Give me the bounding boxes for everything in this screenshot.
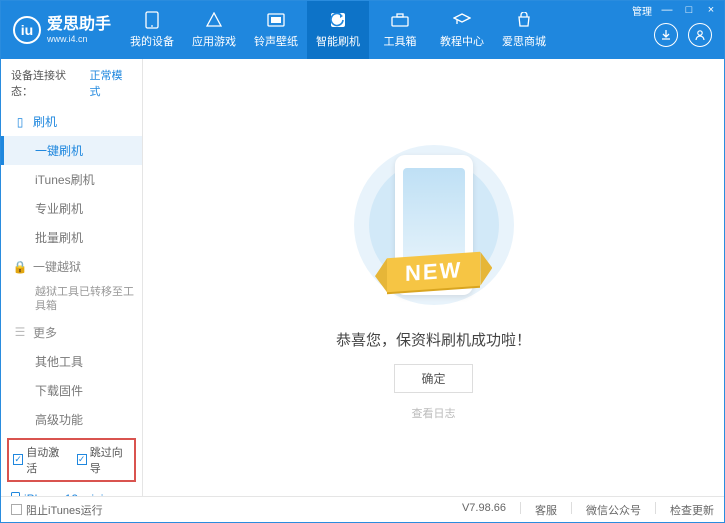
nav-tutorials[interactable]: 教程中心: [431, 1, 493, 59]
wallpaper-icon: [266, 11, 286, 29]
app-logo: iu 爱思助手 www.i4.cn: [1, 16, 121, 44]
version-label: V7.98.66: [462, 502, 506, 518]
checkbox-skip-guide[interactable]: ✓跳过向导: [77, 444, 131, 476]
more-icon: ☰: [13, 325, 27, 339]
section-jailbreak[interactable]: 🔒 一键越狱: [1, 252, 142, 281]
nav-apps-games[interactable]: 应用游戏: [183, 1, 245, 59]
wechat-link[interactable]: 微信公众号: [586, 502, 641, 518]
checkbox-auto-activate[interactable]: ✓自动激活: [13, 444, 67, 476]
download-icon[interactable]: [654, 23, 678, 47]
sidebar-item-batch-flash[interactable]: 批量刷机: [1, 223, 142, 252]
confirm-button[interactable]: 确定: [394, 364, 472, 393]
lock-icon: 🔒: [13, 260, 27, 274]
app-url: www.i4.cn: [47, 35, 111, 44]
customer-service-link[interactable]: 客服: [535, 502, 557, 518]
success-message: 恭喜您，保资料刷机成功啦！: [336, 329, 531, 350]
window-controls: 管理 — □ ×: [632, 3, 718, 17]
checkbox-block-itunes[interactable]: 阻止iTunes运行: [11, 502, 103, 518]
toolbox-icon: [390, 11, 410, 29]
new-ribbon: NEW: [387, 251, 480, 292]
apps-icon: [204, 11, 224, 29]
footer-right: V7.98.66 客服 微信公众号 检查更新: [462, 502, 714, 518]
device-icon: [142, 11, 162, 29]
menu-button[interactable]: 管理: [632, 3, 652, 17]
sidebar-item-pro-flash[interactable]: 专业刷机: [1, 194, 142, 223]
jailbreak-note: 越狱工具已转移至工具箱: [1, 281, 142, 318]
connection-status: 设备连接状态： 正常模式: [1, 59, 142, 107]
flash-icon: [328, 11, 348, 29]
success-illustration: NEW: [334, 135, 534, 315]
nav-my-device[interactable]: 我的设备: [121, 1, 183, 59]
tutorial-icon: [452, 11, 472, 29]
close-button[interactable]: ×: [704, 3, 718, 17]
store-icon: [514, 11, 534, 29]
header-right-icons: [654, 23, 712, 47]
nav-smart-flash[interactable]: 智能刷机: [307, 1, 369, 59]
main-nav: 我的设备 应用游戏 铃声壁纸 智能刷机 工具箱 教程中心 爱思商城: [121, 1, 555, 59]
checkbox-icon: [11, 504, 22, 515]
check-update-link[interactable]: 检查更新: [670, 502, 714, 518]
sidebar: 设备连接状态： 正常模式 ▯ 刷机 一键刷机 iTunes刷机 专业刷机 批量刷…: [1, 59, 143, 496]
section-more[interactable]: ☰ 更多: [1, 318, 142, 347]
phone-icon: ▯: [13, 115, 27, 129]
nav-store[interactable]: 爱思商城: [493, 1, 555, 59]
nav-toolbox[interactable]: 工具箱: [369, 1, 431, 59]
checkbox-icon: ✓: [77, 454, 87, 465]
maximize-button[interactable]: □: [682, 3, 696, 17]
checkbox-icon: ✓: [13, 454, 23, 465]
minimize-button[interactable]: —: [660, 3, 674, 17]
main-content: NEW 恭喜您，保资料刷机成功啦！ 确定 查看日志: [143, 59, 724, 496]
title-bar: iu 爱思助手 www.i4.cn 我的设备 应用游戏 铃声壁纸 智能刷机 工具…: [1, 1, 724, 59]
sidebar-item-download-firmware[interactable]: 下载固件: [1, 376, 142, 405]
device-panel[interactable]: iPhone 12 mini 64GB Down-12mini-13,1: [1, 486, 142, 496]
status-bar: 阻止iTunes运行 V7.98.66 客服 微信公众号 检查更新: [1, 496, 724, 522]
app-title: 爱思助手: [47, 17, 111, 33]
section-flash[interactable]: ▯ 刷机: [1, 107, 142, 136]
nav-ringtones[interactable]: 铃声壁纸: [245, 1, 307, 59]
logo-icon: iu: [13, 16, 41, 44]
checkbox-highlight-box: ✓自动激活 ✓跳过向导: [7, 438, 136, 482]
sidebar-item-itunes-flash[interactable]: iTunes刷机: [1, 165, 142, 194]
user-icon[interactable]: [688, 23, 712, 47]
sidebar-item-oneclick-flash[interactable]: 一键刷机: [1, 136, 142, 165]
app-window: { "header": { "app_name": "爱思助手", "app_u…: [0, 0, 725, 523]
sidebar-item-advanced[interactable]: 高级功能: [1, 405, 142, 434]
view-log-link[interactable]: 查看日志: [412, 405, 456, 421]
sidebar-item-other-tools[interactable]: 其他工具: [1, 347, 142, 376]
